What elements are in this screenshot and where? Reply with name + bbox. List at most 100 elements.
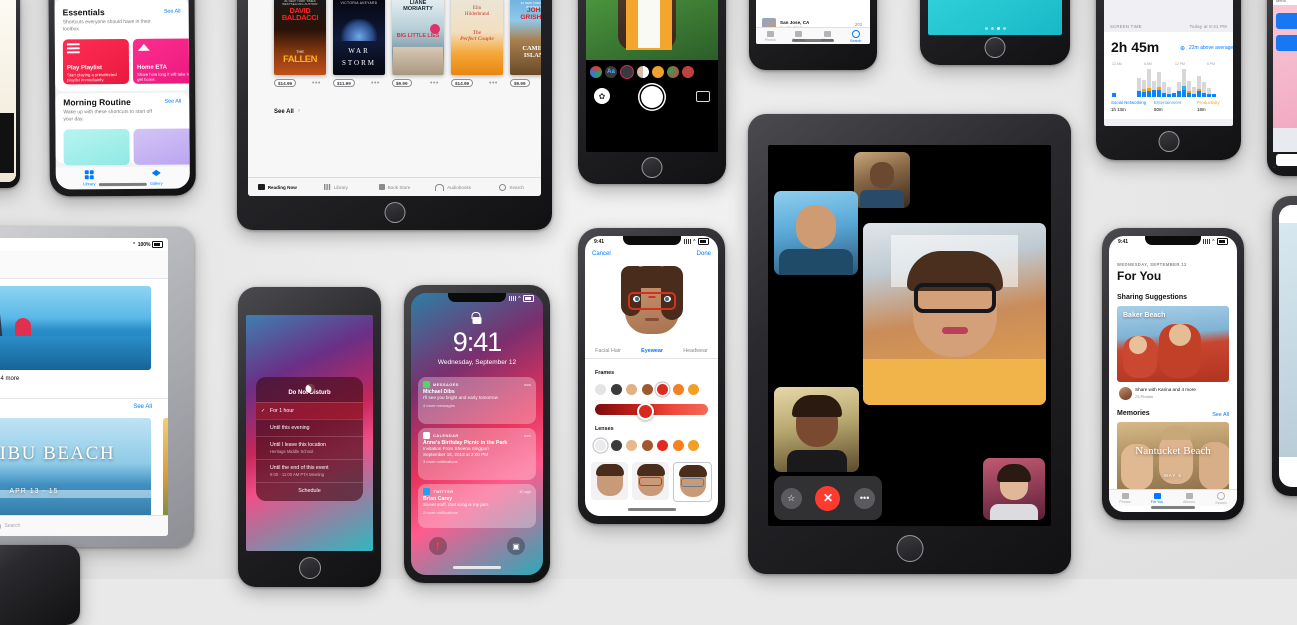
flashlight-icon[interactable]: ❗ [429,537,447,555]
shutter-button[interactable] [641,86,663,108]
memoji-variant-selected[interactable] [673,462,712,502]
see-all-link[interactable]: See All [274,109,294,115]
dnd-option-until-end-of-event[interactable]: Until the end of this event 9:00 - 11:00… [256,459,363,482]
more-effects-icon[interactable] [682,66,694,78]
memory-card-malibu[interactable] [0,418,151,526]
color-swatch[interactable] [688,384,699,395]
slider-knob[interactable] [637,403,654,420]
memoji-icon[interactable] [637,66,649,78]
shortcut-tile-play-playlist[interactable]: Play Playlist Start playing a preselecte… [62,38,130,85]
stickers-icon[interactable] [652,66,664,78]
tab-photos[interactable]: Photos [1109,492,1141,504]
color-swatch[interactable] [672,384,684,395]
book-more-icon[interactable]: ••• [430,80,439,87]
tab-headwear[interactable]: Headwear [683,348,708,354]
dnd-schedule-button[interactable]: Schedule [256,482,363,501]
tab-audiobooks[interactable]: Audiobooks [424,183,483,191]
color-swatch[interactable] [610,384,622,395]
filters-icon[interactable] [590,66,602,78]
see-all-link[interactable]: See All [133,404,152,410]
tab-search[interactable]: Search [842,29,871,43]
color-swatch-selected[interactable] [657,384,668,395]
memoji-variant[interactable] [632,462,669,500]
color-swatch[interactable] [657,440,668,451]
effects-button[interactable]: ✿ [594,88,610,104]
memory-card[interactable] [1117,422,1229,496]
tab-for-you[interactable]: For You [1141,492,1173,504]
action-button[interactable] [1276,35,1297,51]
home-button[interactable] [641,157,663,178]
book-cover[interactable]: #1 NEW YORK TIMES BESTSELLER JOHNGRISHAM… [510,0,541,75]
color-swatch[interactable] [626,384,637,395]
book-price[interactable]: $11.99 [333,79,355,88]
see-all-link[interactable]: See All [164,99,181,105]
home-button[interactable] [984,37,1006,58]
text-icon[interactable]: Aa [605,66,617,78]
tab-search[interactable]: Search [482,183,541,191]
notification-more[interactable]: 4 more messages [418,402,536,412]
emoji-icon[interactable] [667,66,679,78]
book-price[interactable]: $9.99 [510,79,530,88]
facetime-participant-lower-left[interactable] [774,387,859,472]
tab-reading-now[interactable]: Reading Now [248,184,307,190]
tab-library[interactable]: Library [56,167,123,189]
notification-calendar[interactable]: CALENDAR now Anne's Birthday Picnic in t… [418,428,536,480]
camera-icon[interactable]: ▣ [507,537,525,555]
notification-messages[interactable]: MESSAGES now Michael Dibs I'll see you b… [418,377,536,424]
notification-twitter[interactable]: TWITTER 40 ago Brian Carey Sweet stuff, … [418,484,536,528]
cancel-button[interactable]: Cancel [592,251,611,257]
memoji-variant[interactable] [591,462,628,500]
color-swatch[interactable] [672,440,684,451]
shortcut-tile[interactable] [63,128,130,166]
home-button[interactable] [896,535,923,562]
flip-camera-icon[interactable] [696,91,710,102]
tab-book-store[interactable]: Book Store [365,184,424,190]
notification-more[interactable]: 2 more notifications [418,509,536,519]
book-price[interactable]: $14.99 [274,79,297,88]
notification-more[interactable]: 3 more notifications [418,458,536,468]
more-button[interactable]: ••• [854,487,876,509]
tab-eyewear[interactable]: Eyewear [641,348,663,354]
see-all-link[interactable]: See All [1212,412,1229,418]
shortcut-tile-home-eta[interactable]: Home ETA Share how long it will take to … [132,38,190,84]
book-cover[interactable]: LIANE MORIARTY BIG LITTLE LIES [392,0,444,75]
done-button[interactable]: Done [697,251,711,257]
color-swatch[interactable] [610,440,622,451]
color-swatch[interactable] [626,440,637,451]
home-button[interactable] [384,202,405,223]
screen-time-card[interactable]: 2h 45m ⊕ 22m above average 12 AM 6 AM 12… [1104,32,1233,119]
color-swatch[interactable] [595,384,606,395]
book-more-icon[interactable]: ••• [312,80,321,87]
book-price[interactable]: $14.99 [451,79,474,88]
home-button[interactable] [298,557,321,579]
dnd-option-until-leave-location[interactable]: Until I leave this location Heritage Mid… [256,436,363,459]
action-button[interactable] [1276,13,1297,29]
book-cover[interactable]: #1 NEW YORK TIMES BESTSELLING AUTHOR DAV… [274,0,326,75]
home-button[interactable] [1158,131,1179,152]
book-cover[interactable]: VICTORIA AVEYARD WAR STORM [333,0,385,75]
facetime-participant-self[interactable] [983,458,1045,520]
see-all-link[interactable]: See All [164,9,181,15]
dnd-option-until-evening[interactable]: Until this evening [256,419,363,436]
color-swatch[interactable] [688,440,699,451]
book-price[interactable]: $9.99 [392,79,412,88]
memory-card-right-partial[interactable] [163,418,168,526]
facetime-participant-speaker[interactable] [863,223,1046,405]
end-call-button[interactable]: ✕ [815,485,841,511]
facetime-participant-top[interactable] [854,152,910,208]
tab-facial-hair[interactable]: Facial Hair [595,348,621,354]
sharing-card-napili-bay[interactable] [0,286,151,370]
tab-library[interactable]: Library [307,184,366,190]
facetime-participant-upper-left[interactable] [774,191,858,275]
book-more-icon[interactable]: ••• [489,80,498,87]
color-swatch[interactable] [641,440,653,451]
book-cover[interactable]: Elin Hilderbrand The Perfect Couple [451,0,503,75]
shortcut-tile[interactable] [133,128,190,165]
book-more-icon[interactable]: ••• [371,80,380,87]
dnd-option-for-1-hour[interactable]: ✓ For 1 hour [256,402,363,419]
tab-search[interactable]: Search [1205,491,1237,505]
color-swatch[interactable] [641,384,653,395]
tab-search[interactable]: Search [0,521,168,531]
effects-button[interactable]: ☆ [780,487,802,509]
tab-albums[interactable]: Albums [1173,492,1205,504]
